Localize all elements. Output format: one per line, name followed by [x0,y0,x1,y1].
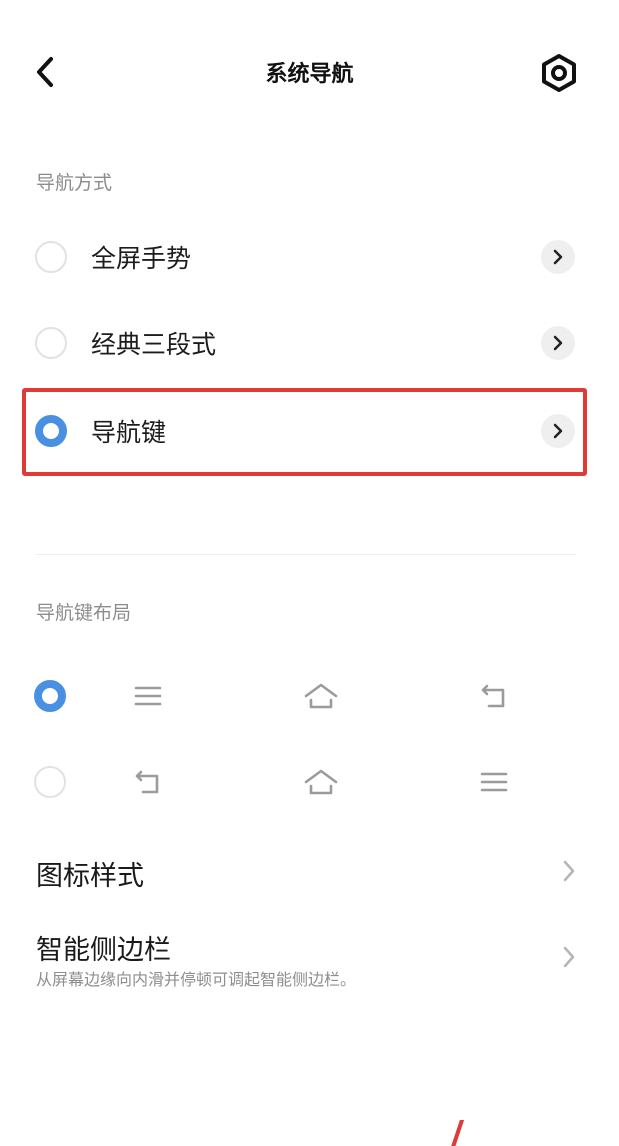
divider [36,554,576,555]
smart-sidebar-row[interactable]: 智能侧边栏 从屏幕边缘向内滑并停顿可调起智能侧边栏。 [0,920,619,1000]
chevron-right-icon [557,942,581,972]
hexagon-settings-icon [542,54,576,92]
back-icon [128,766,168,798]
radio-button[interactable] [35,327,67,359]
red-annotation-arrow [451,1120,464,1146]
chevron-right-icon [557,856,581,886]
smart-sidebar-title: 智能侧边栏 [36,935,171,966]
home-icon [301,766,341,798]
icon-style-row[interactable]: 图标样式 [0,840,619,904]
icon-style-title: 图标样式 [36,861,144,892]
settings-button[interactable] [538,52,580,94]
back-icon [474,680,514,712]
nav-option-label: 经典三段式 [91,330,217,359]
detail-button[interactable] [541,240,575,274]
smart-sidebar-subtitle: 从屏幕边缘向内滑并停顿可调起智能侧边栏。 [36,970,357,989]
chevron-right-icon [553,335,563,351]
menu-icon [128,680,168,712]
page-title: 系统导航 [265,62,354,87]
key-layout-section-label: 导航键布局 [36,602,132,624]
key-layout-option-1[interactable] [0,666,619,726]
radio-button[interactable] [34,766,66,798]
menu-icon [474,766,514,798]
nav-option-label: 全屏手势 [91,244,192,273]
top-bar: 系统导航 [0,0,619,145]
nav-option-fullscreen-gesture[interactable]: 全屏手势 [22,216,587,298]
key-layout-option-2[interactable] [0,752,619,812]
chevron-right-icon [553,249,563,265]
radio-button[interactable] [35,241,67,273]
radio-button-selected[interactable] [34,680,66,712]
home-icon [301,680,341,712]
highlight-frame [22,388,587,476]
detail-button[interactable] [541,326,575,360]
navigation-mode-section-label: 导航方式 [36,172,113,194]
nav-option-classic-three-button[interactable]: 经典三段式 [22,302,587,384]
